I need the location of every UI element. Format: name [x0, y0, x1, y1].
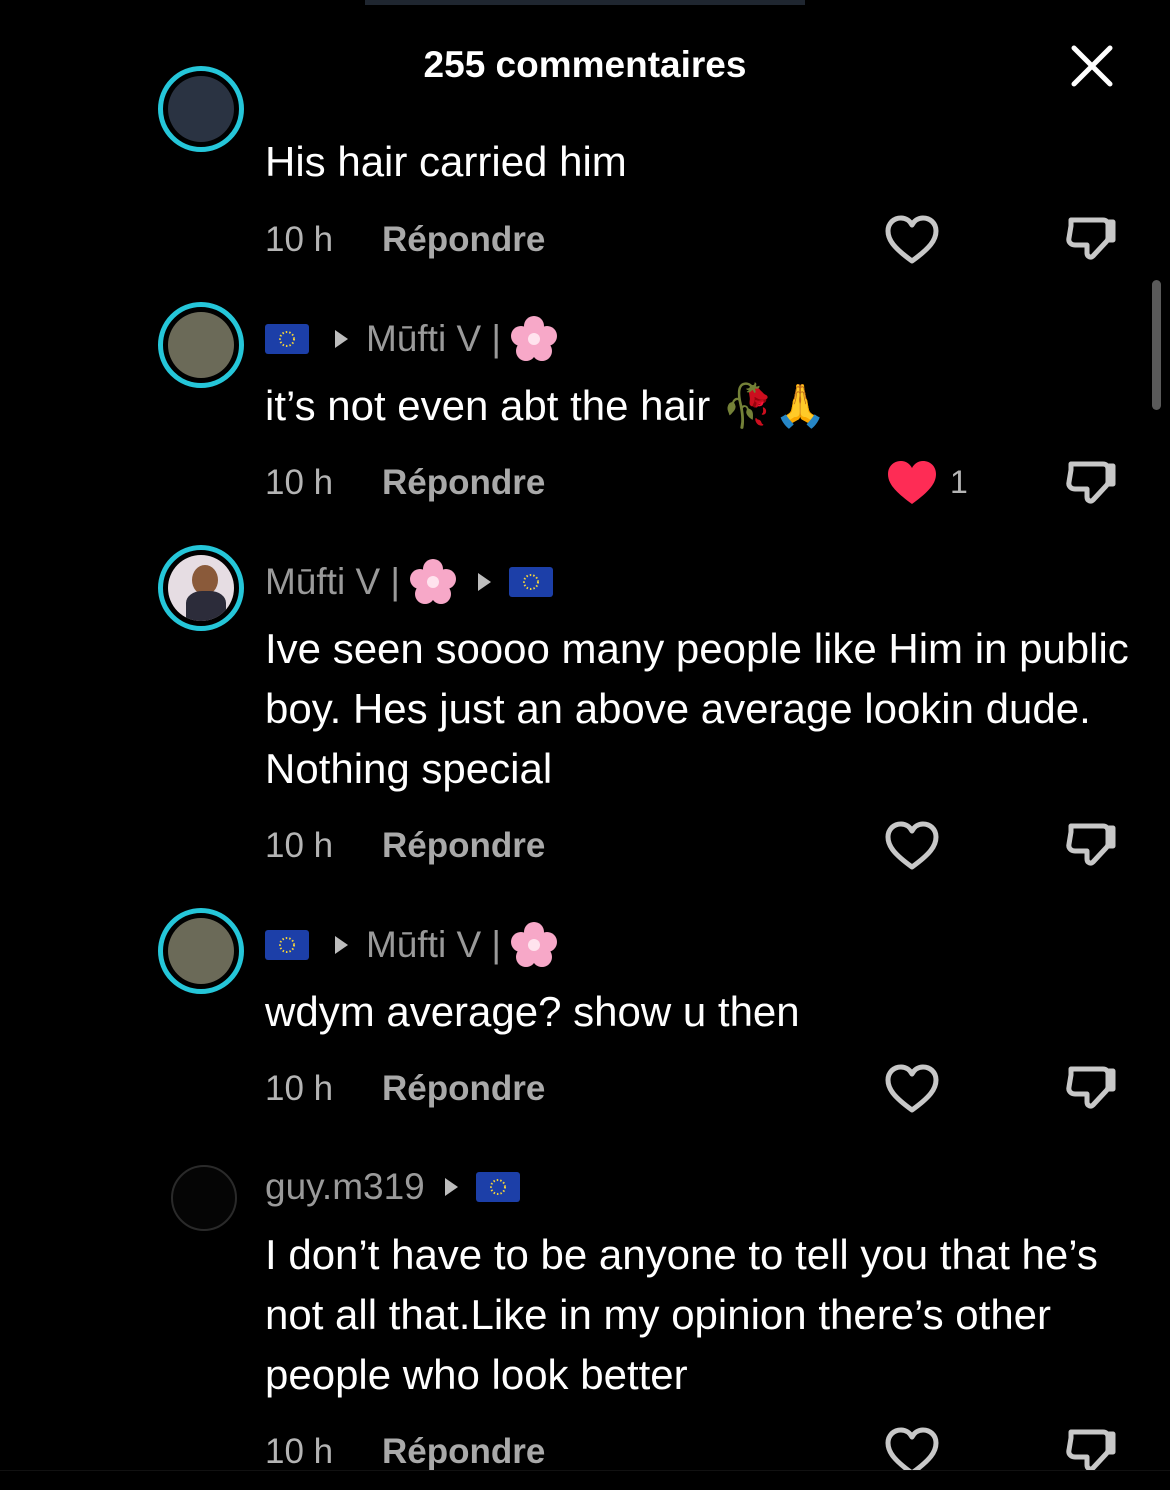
comment-meta: 10 h Répondre: [265, 220, 545, 260]
comment-text: His hair carried him: [265, 138, 627, 185]
eu-flag-icon: [475, 1172, 520, 1202]
username[interactable]: guy.m319: [265, 1166, 425, 1208]
comment-text: I don’t have to be anyone to tell you th…: [265, 1231, 1098, 1398]
cherry-blossom-icon: [410, 559, 457, 604]
comment-meta: 10 h Répondre: [265, 1432, 545, 1470]
comments-list[interactable]: His hair carried him 10 h Répondre Mūfti…: [0, 0, 1170, 1470]
triangle-arrow-icon: [335, 936, 348, 954]
thumbs-down-icon[interactable]: [1063, 818, 1119, 874]
username[interactable]: Mūfti V |: [265, 561, 400, 603]
comment-text: Ive seen soooo many people like Him in p…: [265, 625, 1129, 792]
cherry-blossom-icon: [511, 922, 558, 967]
avatar[interactable]: [158, 908, 244, 994]
like-count: 1: [950, 464, 968, 500]
thumbs-down-icon[interactable]: [1063, 456, 1119, 512]
avatar[interactable]: [158, 302, 244, 388]
thumbs-down-icon[interactable]: [1063, 1424, 1119, 1470]
cherry-blossom-icon: [511, 316, 558, 361]
thumbs-down-icon[interactable]: [1063, 1061, 1119, 1117]
heart-outline-icon[interactable]: [884, 1426, 940, 1470]
scrollbar[interactable]: [1152, 280, 1161, 410]
heart-filled-icon[interactable]: [884, 457, 940, 509]
reply-button[interactable]: Répondre: [382, 220, 545, 260]
reply-button[interactable]: Répondre: [382, 463, 545, 503]
comment-author-line[interactable]: Mūfti V |: [265, 314, 559, 364]
avatar[interactable]: [158, 545, 244, 631]
reply-button[interactable]: Répondre: [382, 826, 545, 866]
comments-header: 255 commentaires: [0, 0, 1170, 120]
triangle-arrow-icon: [335, 330, 348, 348]
avatar[interactable]: [171, 1165, 237, 1231]
reply-button[interactable]: Répondre: [382, 1069, 545, 1109]
comment-time: 10 h: [265, 1432, 334, 1470]
eu-flag-icon: [265, 930, 309, 960]
comment-time: 10 h: [265, 1069, 334, 1108]
close-icon[interactable]: [1068, 42, 1116, 90]
page-title: 255 commentaires: [423, 44, 747, 85]
triangle-arrow-icon: [444, 1178, 458, 1196]
comment-author-line[interactable]: guy.m319: [265, 1162, 526, 1212]
thumbs-down-icon[interactable]: [1063, 212, 1119, 268]
comment-author-line[interactable]: Mūfti V |: [265, 920, 559, 970]
heart-outline-icon[interactable]: [884, 820, 940, 872]
bottom-edge: [0, 1470, 1170, 1490]
eu-flag-icon: [265, 324, 309, 354]
username[interactable]: Mūfti V |: [366, 924, 501, 966]
triangle-arrow-icon: [478, 573, 492, 591]
comment-text: it’s not even abt the hair 🥀🙏: [265, 382, 827, 429]
eu-flag-icon: [509, 567, 554, 597]
comment-meta: 10 h Répondre: [265, 826, 545, 866]
reply-button[interactable]: Répondre: [382, 1432, 545, 1470]
comment-time: 10 h: [265, 463, 334, 502]
comment-text: wdym average? show u then: [265, 988, 800, 1035]
comment-author-line[interactable]: Mūfti V |: [265, 557, 559, 607]
heart-outline-icon[interactable]: [884, 214, 940, 266]
comment-meta: 10 h Répondre: [265, 1069, 545, 1109]
comment-time: 10 h: [265, 220, 334, 259]
comment-meta: 10 h Répondre: [265, 463, 545, 503]
heart-outline-icon[interactable]: [884, 1063, 940, 1115]
username[interactable]: Mūfti V |: [366, 318, 501, 360]
comment-time: 10 h: [265, 826, 334, 865]
